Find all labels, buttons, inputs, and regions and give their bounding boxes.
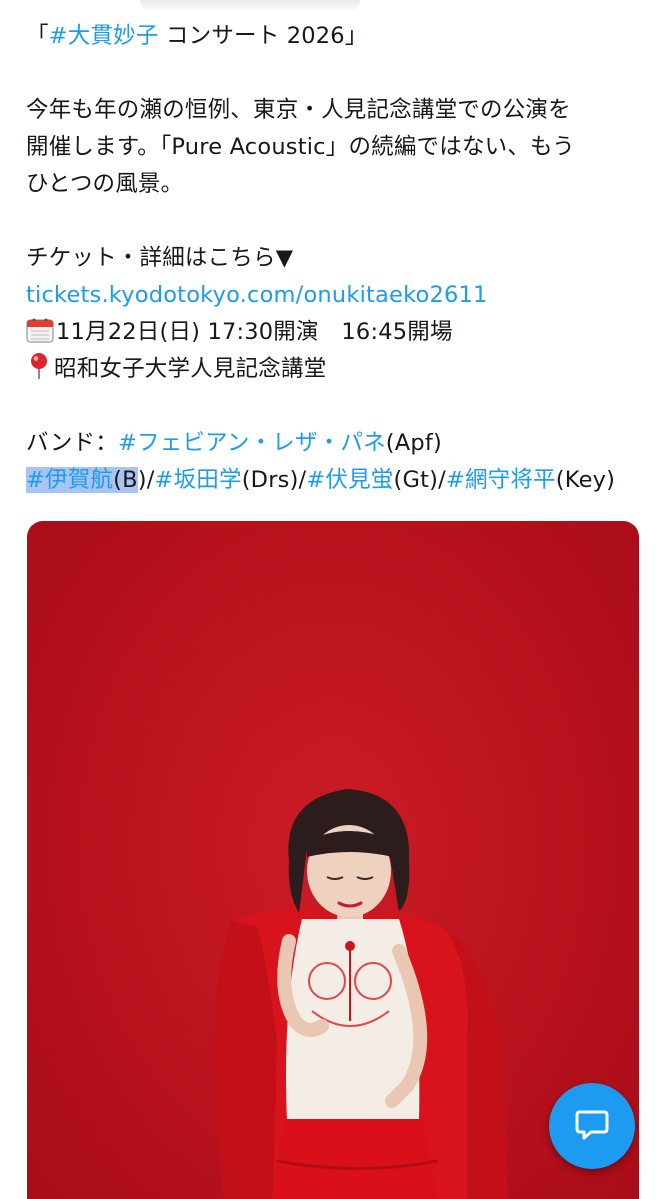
concert-title-text: コンサート 2026」 — [158, 23, 368, 49]
ticket-link-line: tickets.kyodotokyo.com/onukitaeko2611 — [26, 277, 646, 314]
concert-title-line: 「#大貫妙子 コンサート 2026」 — [26, 18, 646, 55]
portrait-illustration — [214, 789, 508, 1199]
role-bass: )/ — [137, 467, 155, 493]
venue-text: 昭和女子大学人見記念講堂 — [54, 356, 327, 382]
calendar-icon — [26, 317, 54, 355]
date-text: 11月22日(日) 17:30開演 16:45開場 — [56, 319, 453, 345]
hashtag-onuki-taeko[interactable]: #大貫妙子 — [49, 23, 159, 49]
hashtag-amimori-shohei[interactable]: #網守将平 — [446, 467, 556, 493]
hashtag-fabian-reza-pane[interactable]: #フェビアン・レザ・パネ — [118, 430, 386, 456]
top-scroll-shadow — [140, 0, 360, 12]
band-line-1: バンド：#フェビアン・レザ・パネ(Apf) — [26, 425, 646, 462]
hashtag-iga-wataru[interactable]: #伊賀航 — [26, 467, 113, 493]
role-apf: (Apf) — [385, 430, 442, 456]
venue-line: 昭和女子大学人見記念講堂 — [26, 351, 646, 388]
band-label: バンド： — [26, 430, 118, 456]
tweet-detail-page: 「#大貫妙子 コンサート 2026」 今年も年の瀬の恒例、東京・人見記念講堂での… — [0, 0, 666, 1199]
date-line: 11月22日(日) 17:30開演 16:45開場 — [26, 314, 646, 351]
role-drums: (Drs)/ — [241, 467, 307, 493]
ticket-label: チケット・詳細はこちら▼ — [26, 245, 294, 271]
title-bracket: 「 — [26, 23, 49, 49]
body-line-1: 今年も年の瀬の恒例、東京・人見記念講堂での公演を — [26, 97, 571, 123]
band-line-2: #伊賀航(B)/#坂田学(Drs)/#伏見蛍(Gt)/#網守将平(Key) — [26, 462, 646, 499]
hashtag-sakata-manabu[interactable]: #坂田学 — [155, 467, 242, 493]
tweet-body: 「#大貫妙子 コンサート 2026」 今年も年の瀬の恒例、東京・人見記念講堂での… — [26, 18, 646, 499]
role-keyboard: (Key) — [555, 467, 616, 493]
role-bass-selected: (B — [113, 467, 138, 493]
role-guitar: (Gt)/ — [393, 467, 446, 493]
compose-reply-button[interactable] — [549, 1083, 635, 1169]
ticket-link[interactable]: tickets.kyodotokyo.com/onukitaeko2611 — [26, 282, 488, 308]
text-selection-highlight[interactable]: #伊賀航(B — [26, 467, 138, 493]
tweet-photo[interactable] — [27, 521, 639, 1199]
body-line-2: 開催します。「Pure Acoustic」の続編ではない、もう — [26, 134, 575, 160]
compose-reply-icon — [572, 1104, 612, 1148]
hashtag-fushimi-hotaru[interactable]: #伏見蛍 — [306, 467, 393, 493]
pin-icon — [26, 352, 52, 392]
body-line-3: ひとつの風景。 — [26, 171, 184, 197]
